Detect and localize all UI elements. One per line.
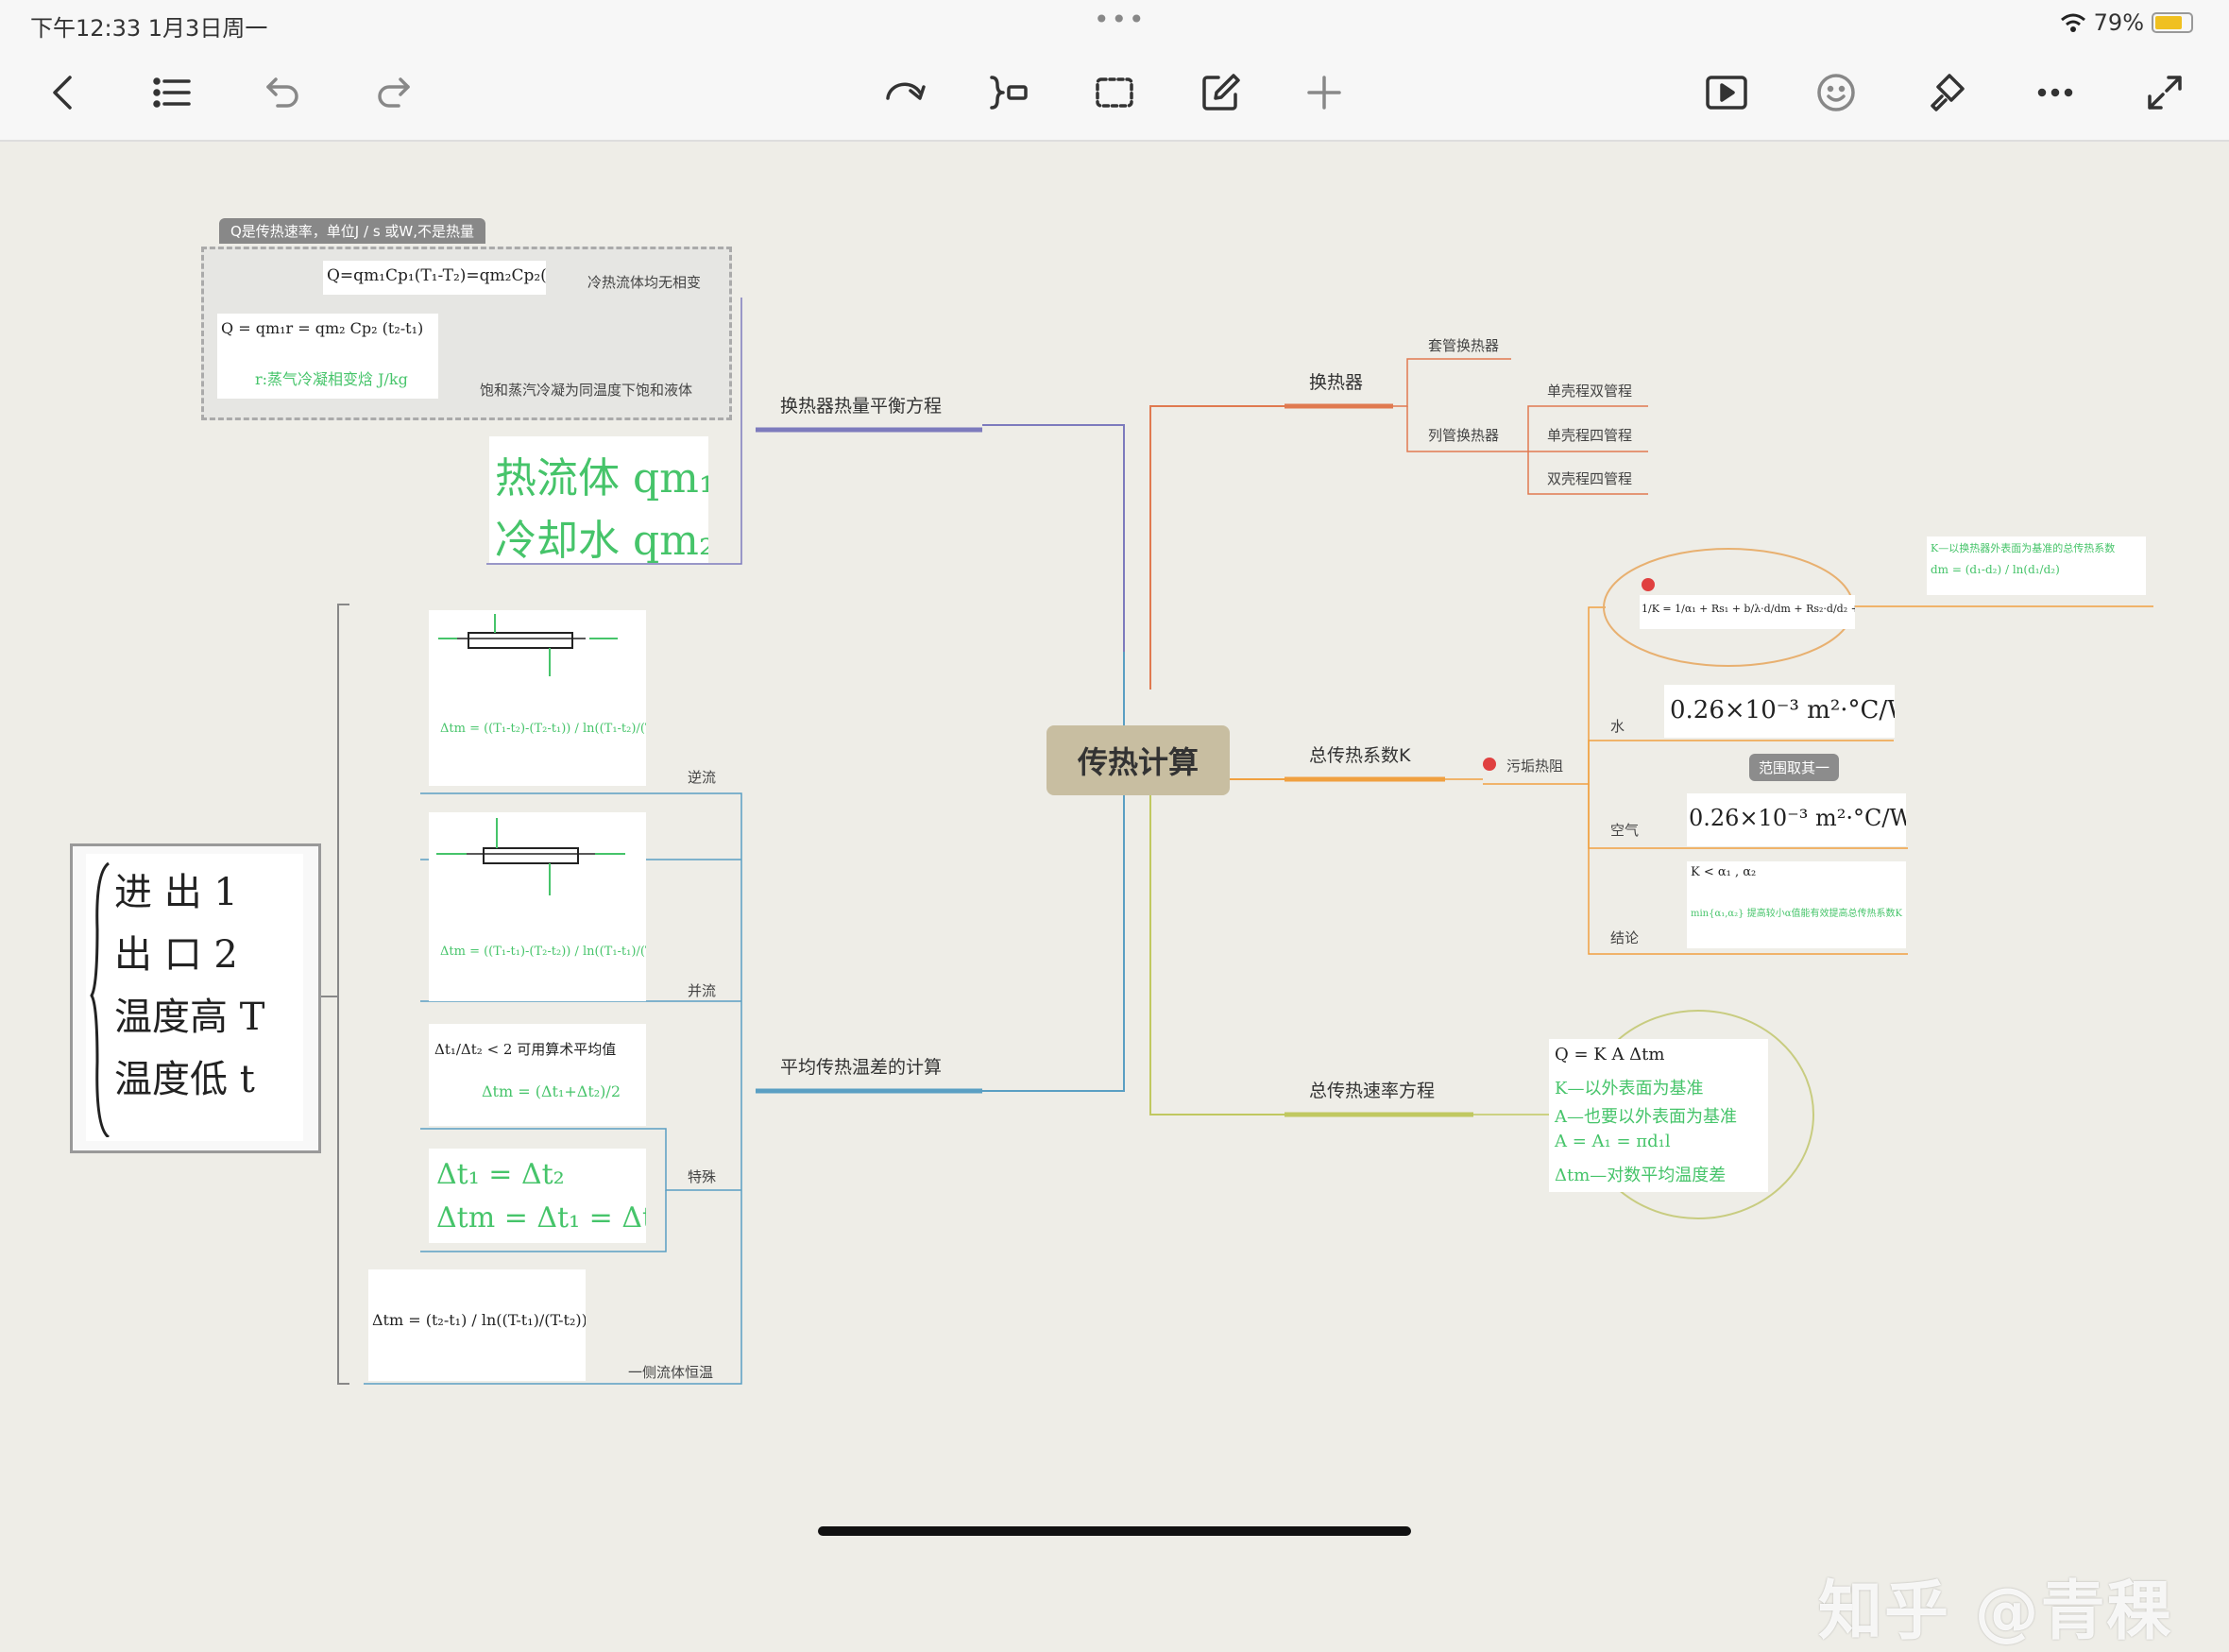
more-icon[interactable] bbox=[2027, 64, 2084, 121]
central-topic[interactable]: 传热计算 bbox=[1046, 725, 1230, 795]
play-icon[interactable] bbox=[1698, 64, 1755, 121]
status-time: 下午12:33 1月3日周一 bbox=[30, 15, 268, 42]
branch-rate-equation[interactable]: 总传热速率方程 bbox=[1309, 1077, 1435, 1102]
k-side-note-1: K—以换热器外表面为基准的总传热系数 bbox=[1931, 542, 2116, 554]
legend-box[interactable]: 进 出 1 出 口 2 温度高 T 温度低 t bbox=[70, 843, 321, 1153]
emoji-icon[interactable] bbox=[1808, 64, 1864, 121]
eq2-card[interactable]: Q = qm₁r = qm₂ Cp₂ (t₂-t₁) r:蒸气冷凝相变焓 J/k… bbox=[217, 314, 438, 399]
back-icon[interactable] bbox=[36, 64, 93, 121]
rate-line-5: Δtm—对数平均温度差 bbox=[1555, 1166, 1727, 1185]
toolbar bbox=[0, 47, 2229, 142]
equal-dt-text1: Δt₁ = Δt₂ bbox=[436, 1158, 565, 1191]
rate-line-2: K—以外表面为基准 bbox=[1555, 1079, 1704, 1098]
node-counter-flow[interactable]: 逆流 bbox=[688, 767, 716, 787]
note-hot-fluid: 热流体 qm₁ bbox=[495, 454, 708, 502]
legend-text: 进 出 1 出 口 2 温度高 T 温度低 t bbox=[114, 861, 264, 1111]
legend-card: 进 出 1 出 口 2 温度高 T 温度低 t bbox=[86, 854, 303, 1141]
counter-flow-eq: Δtm = ((T₁-t₂)-(T₂-t₁)) / ln((T₁-t₂)/(T₂… bbox=[440, 722, 646, 736]
branch-exchanger[interactable]: 换热器 bbox=[1309, 368, 1363, 394]
boundary-icon[interactable] bbox=[1086, 64, 1143, 121]
node-shell-tube[interactable]: 列管换热器 bbox=[1428, 425, 1499, 445]
k-formula-card[interactable]: 1/K = 1/α₁ + Rs₁ + b/λ·d/dm + Rs₂·d/d₂ +… bbox=[1640, 595, 1855, 629]
wifi-icon bbox=[2060, 13, 2085, 32]
node-double-pipe[interactable]: 套管换热器 bbox=[1428, 335, 1499, 355]
node-sub-2[interactable]: 单壳程四管程 bbox=[1547, 425, 1632, 445]
branch-mean-temp[interactable]: 平均传热温差的计算 bbox=[780, 1053, 942, 1079]
add-icon[interactable] bbox=[1296, 64, 1353, 121]
node-water[interactable]: 水 bbox=[1610, 716, 1625, 736]
node-one-side-const[interactable]: 一侧流体恒温 bbox=[628, 1362, 713, 1382]
rate-line-3: A—也要以外表面为基准 bbox=[1555, 1107, 1737, 1127]
insert-summary-icon[interactable] bbox=[980, 64, 1037, 121]
branch-k-total[interactable]: 总传热系数K bbox=[1309, 741, 1410, 767]
node-fouling[interactable]: 污垢热阻 bbox=[1506, 756, 1563, 775]
legend-line-hot: 温度高 T bbox=[114, 996, 265, 1039]
legend-brace bbox=[90, 861, 111, 1137]
format-brush-icon[interactable] bbox=[1917, 64, 1974, 121]
battery-icon bbox=[2152, 12, 2193, 33]
note-cooling-water: 冷却水 qm₂ bbox=[495, 517, 708, 563]
air-value-card[interactable]: 0.26×10⁻³ m²·°C/W bbox=[1687, 793, 1906, 846]
eq2b-text: r:蒸气冷凝相变焓 J/kg bbox=[255, 370, 408, 388]
watermark: 知乎 @青稞 bbox=[1818, 1575, 2173, 1649]
k-side-note-2: dm = (d₁-d₂) / ln(d₁/d₂) bbox=[1931, 563, 2060, 576]
rate-eq-card[interactable]: Q = K A Δtm K—以外表面为基准 A—也要以外表面为基准 A = A₁… bbox=[1549, 1039, 1768, 1192]
k-formula-marker-icon bbox=[1642, 578, 1655, 591]
parallel-flow-diagram bbox=[436, 818, 625, 895]
eq1-text: Q=qm₁Cp₁(T₁-T₂)=qm₂Cp₂(t₂-t₁) bbox=[327, 266, 546, 285]
edit-icon[interactable] bbox=[1192, 64, 1249, 121]
branch-heat-balance[interactable]: 换热器热量平衡方程 bbox=[780, 392, 942, 417]
fouling-marker-icon bbox=[1483, 758, 1496, 771]
air-value: 0.26×10⁻³ m²·°C/W bbox=[1689, 805, 1906, 831]
conclusion-card[interactable]: K < α₁ , α₂ min{α₁,α₂} 提高较小α值能有效提高总传热系数K bbox=[1687, 861, 1906, 948]
node-sub-3[interactable]: 双壳程四管程 bbox=[1547, 468, 1632, 488]
one-side-eq: Δtm = (t₂-t₁) / ln((T-t₁)/(T-t₂)) bbox=[372, 1311, 586, 1329]
redo-icon[interactable] bbox=[365, 64, 421, 121]
fullscreen-icon[interactable] bbox=[2136, 64, 2193, 121]
node-no-phase-change[interactable]: 冷热流体均无相变 bbox=[587, 272, 701, 292]
eq2a-text: Q = qm₁r = qm₂ Cp₂ (t₂-t₁) bbox=[221, 319, 424, 337]
eq1-card[interactable]: Q=qm₁Cp₁(T₁-T₂)=qm₂Cp₂(t₂-t₁) bbox=[323, 261, 546, 295]
node-sat-vapor[interactable]: 饱和蒸汽冷凝为同温度下饱和液体 bbox=[480, 380, 692, 400]
water-value: 0.26×10⁻³ m²·°C/W bbox=[1670, 696, 1895, 724]
k-formula-text: 1/K = 1/α₁ + Rs₁ + b/λ·d/dm + Rs₂·d/d₂ +… bbox=[1642, 603, 1855, 615]
node-sub-1[interactable]: 单壳程双管程 bbox=[1547, 381, 1632, 400]
legend-line-cold: 温度低 t bbox=[114, 1058, 255, 1101]
node-special[interactable]: 特殊 bbox=[688, 1167, 716, 1186]
node-conclusion[interactable]: 结论 bbox=[1610, 928, 1639, 947]
parallel-flow-eq: Δtm = ((T₁-t₁)-(T₂-t₂)) / ln((T₁-t₁)/(T₂… bbox=[440, 945, 646, 959]
node-parallel-flow[interactable]: 并流 bbox=[688, 980, 716, 1000]
multitask-dots-icon[interactable]: ••• bbox=[1094, 4, 1147, 35]
mindmap-canvas[interactable]: 传热计算 换热器热量平衡方程 Q是传热速率，单位J / s 或W,不是热量 Q=… bbox=[0, 142, 2229, 1649]
counter-flow-diagram bbox=[438, 614, 618, 676]
rate-line-1: Q = K A Δtm bbox=[1555, 1045, 1665, 1064]
water-value-card[interactable]: 0.26×10⁻³ m²·°C/W bbox=[1664, 685, 1895, 738]
equal-dt-text2: Δtm = Δt₁ = Δt₂ bbox=[436, 1201, 646, 1235]
arith-eq-text: Δtm = (Δt₁+Δt₂)/2 bbox=[482, 1082, 621, 1100]
battery-percent: 79% bbox=[2093, 9, 2144, 36]
home-indicator[interactable] bbox=[818, 1526, 1411, 1536]
k-side-note-card[interactable]: K—以换热器外表面为基准的总传热系数 dm = (d₁-d₂) / ln(d₁/… bbox=[1927, 536, 2146, 595]
outline-icon[interactable] bbox=[144, 64, 200, 121]
fluid-note-card[interactable]: 热流体 qm₁ 冷却水 qm₂ bbox=[489, 436, 708, 563]
counter-flow-card[interactable]: Δtm = ((T₁-t₂)-(T₂-t₁)) / ln((T₁-t₂)/(T₂… bbox=[429, 610, 646, 786]
parallel-flow-card[interactable]: Δtm = ((T₁-t₁)-(T₂-t₂)) / ln((T₁-t₁)/(T₂… bbox=[429, 812, 646, 1001]
boundary-tag[interactable]: Q是传热速率，单位J / s 或W,不是热量 bbox=[219, 218, 486, 244]
legend-line-out: 出 口 2 bbox=[114, 933, 238, 977]
node-air[interactable]: 空气 bbox=[1610, 820, 1639, 840]
equal-dt-card[interactable]: Δt₁ = Δt₂ Δtm = Δt₁ = Δt₂ bbox=[429, 1149, 646, 1243]
status-bar: 下午12:33 1月3日周一 ••• 79% bbox=[0, 0, 2229, 47]
range-tooltip: 范围取其一 bbox=[1749, 754, 1840, 781]
conclusion-text-1: K < α₁ , α₂ bbox=[1691, 865, 1757, 879]
conclusion-text-2: min{α₁,α₂} 提高较小α值能有效提高总传热系数K bbox=[1691, 909, 1902, 919]
undo-icon[interactable] bbox=[255, 64, 312, 121]
status-right: 79% bbox=[2060, 9, 2193, 36]
legend-line-in: 进 出 1 bbox=[114, 871, 238, 914]
redo-layout-icon[interactable] bbox=[876, 64, 933, 121]
arith-mean-card[interactable]: Δt₁/Δt₂ < 2 可用算术平均值 Δtm = (Δt₁+Δt₂)/2 bbox=[429, 1024, 646, 1126]
rate-line-4: A = A₁ = πd₁l bbox=[1555, 1132, 1671, 1151]
one-side-card[interactable]: Δtm = (t₂-t₁) / ln((T-t₁)/(T-t₂)) bbox=[368, 1269, 586, 1381]
arith-cond-text: Δt₁/Δt₂ < 2 可用算术平均值 bbox=[434, 1041, 617, 1058]
